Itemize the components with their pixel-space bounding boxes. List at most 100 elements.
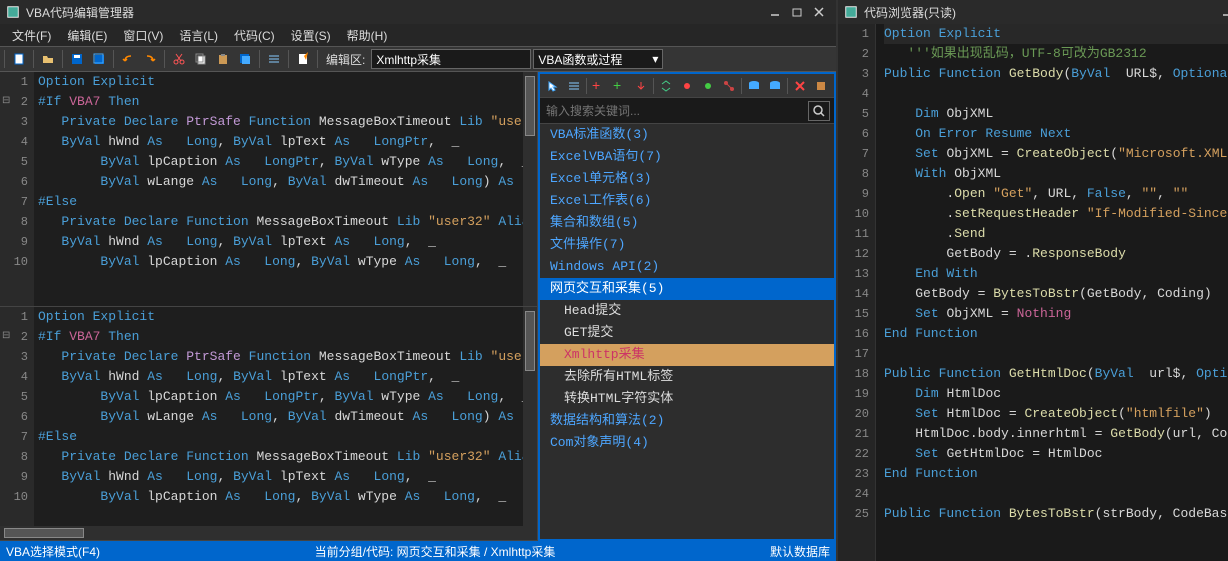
chevron-down-icon: ▾ (652, 52, 658, 66)
code-line: '''如果出现乱码，UTF-8可改为GB2312 (884, 44, 1228, 64)
code-line (884, 344, 1228, 364)
tree-category[interactable]: 网页交互和采集(5) (540, 278, 834, 300)
code-line: Set ObjXML = Nothing (884, 304, 1228, 324)
maximize-button[interactable] (786, 2, 808, 22)
editor-pane-top[interactable]: 1⊟2345678910 Option Explicit#If VBA7 The… (0, 72, 537, 307)
scrollbar-vertical[interactable] (523, 72, 537, 306)
menu-item[interactable]: 编辑(E) (59, 25, 115, 46)
scrollbar-vertical[interactable] (523, 307, 537, 541)
code-line: #Else (38, 427, 537, 447)
code-line: #Else (38, 192, 537, 212)
arrows-icon[interactable] (657, 77, 675, 95)
app-icon (844, 5, 858, 19)
tree-item[interactable]: Head提交 (540, 300, 834, 322)
editor-pane-bottom[interactable]: 1⊟2345678910 Option Explicit#If VBA7 The… (0, 307, 537, 542)
tree-item[interactable]: 去除所有HTML标签 (540, 366, 834, 388)
code-line: Set ObjXML = CreateObject("Microsoft.XML (884, 144, 1228, 164)
saveall-icon[interactable] (89, 49, 109, 69)
menu-item[interactable]: 帮助(H) (339, 25, 396, 46)
search-input[interactable] (544, 102, 808, 120)
code-line: ByVal lpCaption As Long, ByVal wType As … (38, 252, 537, 272)
tree-category[interactable]: Com对象声明(4) (540, 432, 834, 454)
code-line: .Send (884, 224, 1228, 244)
add-red-icon[interactable]: + (590, 77, 608, 95)
code-line: Option Explicit (884, 24, 1228, 44)
search-bar (540, 98, 834, 124)
tree-category[interactable]: Excel工作表(6) (540, 190, 834, 212)
menu-item[interactable]: 语言(L) (171, 25, 226, 46)
right-title: 代码浏览器(只读) (864, 4, 956, 21)
new-icon[interactable] (9, 49, 29, 69)
menu-item[interactable]: 窗口(V) (115, 25, 171, 46)
tree-category[interactable]: 文件操作(7) (540, 234, 834, 256)
code-line: Public Function GetHtmlDoc(ByVal url$, O… (884, 364, 1228, 384)
code-line: ByVal lpCaption As Long, ByVal wType As … (38, 487, 537, 507)
node-green-icon[interactable] (699, 77, 717, 95)
copy-icon[interactable] (191, 49, 211, 69)
category-tree[interactable]: VBA标准函数(3)ExcelVBA语句(7)Excel单元格(3)Excel工… (540, 124, 834, 539)
left-titlebar: VBA代码编辑管理器 (0, 0, 836, 24)
tree-item[interactable]: 转换HTML字符实体 (540, 388, 834, 410)
svg-text:+: + (592, 79, 600, 93)
tree-icon[interactable] (565, 77, 583, 95)
scrollbar-horizontal[interactable] (0, 526, 537, 540)
paste-icon[interactable] (213, 49, 233, 69)
tree-category[interactable]: 数据结构和算法(2) (540, 410, 834, 432)
close-button[interactable] (808, 2, 830, 22)
edit-zone-label: 编辑区: (326, 51, 365, 68)
status-db: 默认数据库 (770, 543, 830, 560)
add-green-icon[interactable]: + (611, 77, 629, 95)
tree-category[interactable]: ExcelVBA语句(7) (540, 146, 834, 168)
code-line: On Error Resume Next (884, 124, 1228, 144)
right-code-viewer[interactable]: 1234567891011121314151617181920212223242… (838, 24, 1228, 561)
search-button[interactable] (808, 101, 830, 121)
save-icon[interactable] (67, 49, 87, 69)
code-line: Private Declare PtrSafe Function Message… (38, 347, 537, 367)
conn-icon[interactable] (720, 77, 738, 95)
edit-zone-combo[interactable]: Xmlhttp采集 (371, 49, 531, 69)
right-panel: 代码浏览器(只读) 123456789101112131415161718192… (838, 0, 1228, 561)
del-icon[interactable] (791, 77, 809, 95)
undo-icon[interactable] (118, 49, 138, 69)
type-combo[interactable]: VBA函数或过程▾ (533, 49, 663, 69)
side-panel: + + (538, 72, 836, 541)
side-toolbar: + + (540, 74, 834, 98)
cut-icon[interactable] (169, 49, 189, 69)
minimize-button[interactable] (764, 2, 786, 22)
open-icon[interactable] (38, 49, 58, 69)
tree-category[interactable]: 集合和数组(5) (540, 212, 834, 234)
code-line: Private Declare Function MessageBoxTimeo… (38, 447, 537, 467)
code-line: Public Function GetBody(ByVal URL$, Opti… (884, 64, 1228, 84)
menu-item[interactable]: 代码(C) (226, 25, 283, 46)
tree-item[interactable]: Xmlhttp采集 (540, 344, 834, 366)
menu-item[interactable]: 文件(F) (4, 25, 59, 46)
code-line: Option Explicit (38, 72, 537, 92)
code-line: Public Function BytesToBstr(strBody, Cod… (884, 504, 1228, 524)
code-line: Private Declare PtrSafe Function Message… (38, 112, 537, 132)
tree-category[interactable]: Windows API(2) (540, 256, 834, 278)
db1-icon[interactable] (745, 77, 763, 95)
down-red-icon[interactable] (632, 77, 650, 95)
left-title: VBA代码编辑管理器 (26, 4, 134, 21)
savecopy-icon[interactable] (235, 49, 255, 69)
db2-icon[interactable] (766, 77, 784, 95)
tree-category[interactable]: Excel单元格(3) (540, 168, 834, 190)
code-line: Dim HtmlDoc (884, 384, 1228, 404)
tree-item[interactable]: GET提交 (540, 322, 834, 344)
tree-category[interactable]: VBA标准函数(3) (540, 124, 834, 146)
node-red-icon[interactable] (678, 77, 696, 95)
right-titlebar: 代码浏览器(只读) (838, 0, 1228, 24)
menubar: 文件(F)编辑(E)窗口(V)语言(L)代码(C)设置(S)帮助(H) (0, 24, 836, 46)
edit-icon[interactable] (293, 49, 313, 69)
code-line: ByVal hWnd As Long, ByVal lpText As Long… (38, 132, 537, 152)
select-icon[interactable] (544, 77, 562, 95)
status-bar: VBA选择模式(F4) 当前分组/代码: 网页交互和采集 / Xmlhttp采集… (0, 541, 836, 561)
code-line: ByVal wLange As Long, ByVal dwTimeout As… (38, 172, 537, 192)
menu-item[interactable]: 设置(S) (283, 25, 339, 46)
list-icon[interactable] (264, 49, 284, 69)
code-line: #If VBA7 Then (38, 92, 537, 112)
minimize-button[interactable] (1216, 2, 1228, 22)
redo-icon[interactable] (140, 49, 160, 69)
tool-icon[interactable] (812, 77, 830, 95)
code-line: Dim ObjXML (884, 104, 1228, 124)
